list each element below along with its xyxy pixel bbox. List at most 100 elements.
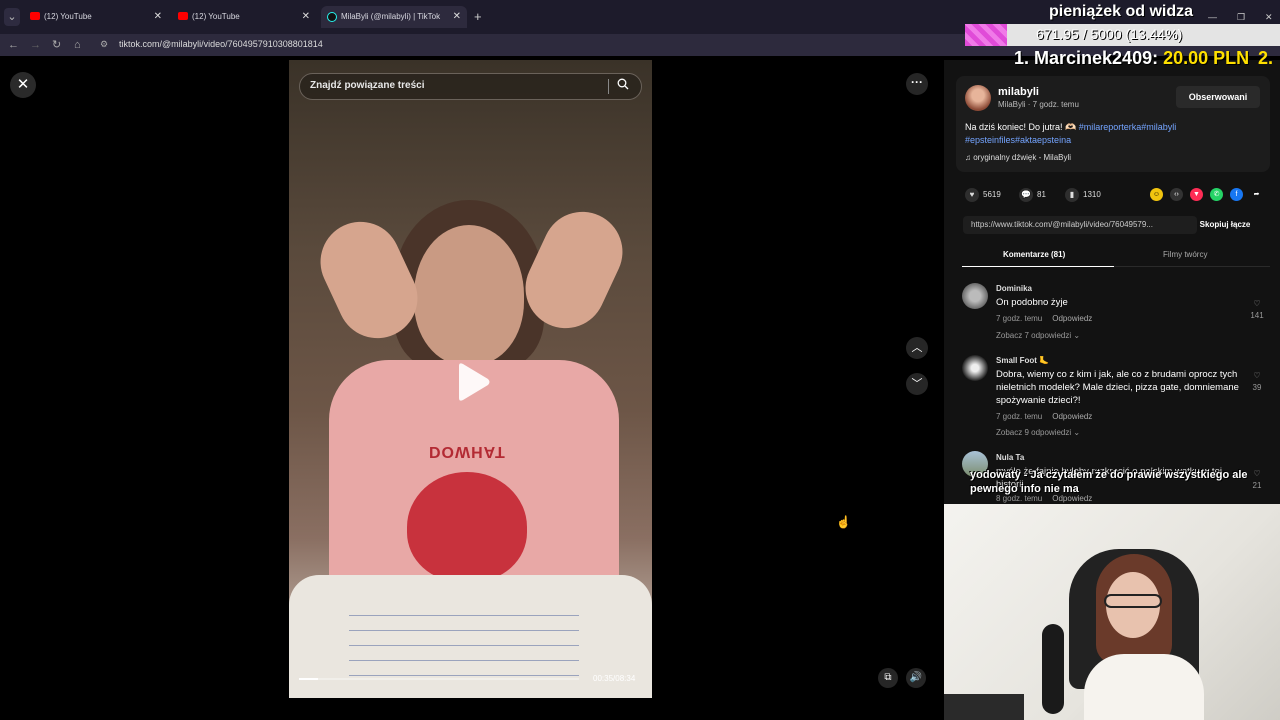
emoji-share-icon[interactable]: ☺ [1150,188,1163,201]
tab-comments[interactable]: Komentarze (81) [1003,249,1065,261]
comment-like-count: 141 [1250,311,1264,320]
top-donor-amount: 20.00 PLN [1163,48,1250,68]
site-settings-icon[interactable]: ⚙ [100,39,108,50]
view-replies-link[interactable]: Zobacz 7 odpowiedzi ⌄ [996,331,1080,340]
save-button[interactable]: ▮ 1310 [1065,188,1101,202]
comment-like-button[interactable]: ♡ 39 [1248,370,1266,394]
avatar[interactable] [965,85,991,111]
mouse-cursor-icon: ☝ [836,515,851,529]
music-note-icon: ♫ [965,153,974,162]
top-donor-name: 1. Marcinek2409: [1014,48,1164,68]
donation-title: pieniążek od widza [1049,3,1194,20]
url-field[interactable]: tiktok.com/@milabyli/video/7604957910308… [119,39,323,49]
reload-icon[interactable]: ↻ [52,37,61,53]
donation-amount: 671.95 / 5000 (13.44%) [1036,26,1183,42]
back-icon[interactable]: ← [8,37,19,53]
tab-list-chevron-icon[interactable]: ⌄ [4,8,20,26]
second-donor: 2. [1258,48,1274,68]
heart-outline-icon: ♡ [1253,299,1261,308]
whatsapp-icon[interactable]: ✆ [1210,188,1223,201]
related-search-input[interactable]: Znajdź powiązane treści [299,73,642,100]
youtube-icon [178,12,188,20]
webcam-body [1084,654,1204,720]
view-replies-link[interactable]: Zobacz 9 odpowiedzi ⌄ [996,428,1080,437]
facebook-icon[interactable]: f [1230,188,1243,201]
search-divider [608,79,609,94]
comment-time: 7 godz. temu [996,412,1043,421]
more-options-button[interactable]: ··· [906,73,928,95]
video-link-field[interactable]: https://www.tiktok.com/@milabyli/video/7… [963,216,1197,234]
home-icon[interactable]: ⌂ [74,37,81,53]
comment-meta: 7 godz. temu Odpowiedz [996,412,1092,421]
forward-icon[interactable]: → [30,37,41,53]
volume-icon[interactable]: 🔊 [906,668,926,688]
close-window-icon[interactable]: ✕ [1265,12,1273,23]
tab-creator-videos[interactable]: Filmy twórcy [1163,249,1207,261]
close-tab-icon[interactable]: ✕ [302,6,310,28]
send-icon[interactable]: ▼ [1190,188,1203,201]
webcam-keyboard [944,694,1024,720]
browser-tab-active[interactable]: MilaByli (@milabyli) | TikTok ✕ [321,6,467,28]
close-tab-icon[interactable]: ✕ [154,6,162,28]
comment-like-button[interactable]: ♡ 141 [1248,298,1266,322]
avatar[interactable] [962,355,988,381]
pip-icon[interactable]: ⧉ [878,668,898,688]
comment-meta: 7 godz. temu Odpowiedz [996,314,1092,323]
avatar[interactable] [962,283,988,309]
next-video-button[interactable]: ﹀ [906,373,928,395]
heart-outline-icon: ♡ [1253,371,1261,380]
sound-link[interactable]: ♫ oryginalny dźwięk - MilaByli [965,153,1071,162]
comment-count: 81 [1037,190,1046,200]
video-time: 00:35/08:34 [593,674,636,683]
search-icon[interactable] [617,78,629,90]
comment-text: On podobno żyje [996,297,1068,308]
hashtag-link[interactable]: #epsteinfiles#aktaepsteina [965,135,1071,145]
comment-button[interactable]: 💬 81 [1019,188,1046,202]
comment-author[interactable]: Small Foot 🦶 [996,356,1049,365]
close-video-button[interactable]: ✕ [10,72,36,98]
search-placeholder: Znajdź powiązane treści [310,80,425,91]
microphone-icon [1042,624,1064,714]
top-donor: 1. Marcinek2409: 20.00 PLN [1014,48,1249,69]
share-arrow-icon[interactable]: ➦ [1250,188,1263,201]
hashtag-link[interactable]: #milareporterka#milabyli [1079,122,1177,132]
comment-like-count: 39 [1252,383,1262,392]
tab-title: (12) YouTube [192,12,240,21]
tab-title: MilaByli (@milabyli) | TikTok [341,12,441,21]
like-count: 5619 [983,190,1001,200]
sound-label: oryginalny dźwięk - MilaByli [973,153,1072,162]
author-subtitle: MilaByli · 7 godz. temu [998,100,1079,109]
bookmark-icon: ▮ [1065,188,1079,202]
comment-author[interactable]: Nula Ta [996,453,1024,462]
previous-video-button[interactable]: ︿ [906,337,928,359]
browser-tab[interactable]: (12) YouTube ✕ [24,6,168,28]
comment-author[interactable]: Dominika [996,284,1032,293]
shirt-print: DOWHAT [429,443,506,460]
tiktok-icon [327,12,337,22]
webcam-glasses [1104,594,1162,608]
webcam-feed [944,504,1280,720]
minimize-icon[interactable]: — [1208,12,1217,22]
like-button[interactable]: ♥ 5619 [965,188,1001,202]
author-username[interactable]: milabyli [998,86,1039,98]
close-tab-icon[interactable]: ✕ [453,6,461,28]
browser-tab[interactable]: (12) YouTube ✕ [172,6,316,28]
stream-chat-message: yodowaty - Ja czytałem że do prawie wszy… [970,469,1248,495]
active-tab-indicator [962,266,1114,267]
save-count: 1310 [1083,190,1101,200]
comment-text: Dobra, wiemy co z kim i jak, ale co z br… [996,369,1239,406]
follow-button[interactable]: Obserwowani [1176,86,1260,108]
new-tab-icon[interactable]: + [474,8,482,26]
copy-link-button[interactable]: Skopiuj łącze [1194,216,1256,234]
tab-title: (12) YouTube [44,12,92,21]
video-frame-face [414,225,524,365]
maximize-icon[interactable]: ❐ [1237,12,1245,23]
video-progress-bar[interactable] [299,678,579,680]
post-description: Na dziś koniec! Do jutra! 🫶🏻 #milareport… [965,121,1255,147]
comment-icon: 💬 [1019,188,1033,202]
comment-time: 7 godz. temu [996,314,1043,323]
play-icon[interactable] [455,362,491,402]
embed-icon[interactable]: ‹› [1170,188,1183,201]
reply-link[interactable]: Odpowiedz [1052,314,1092,323]
reply-link[interactable]: Odpowiedz [1052,412,1092,421]
